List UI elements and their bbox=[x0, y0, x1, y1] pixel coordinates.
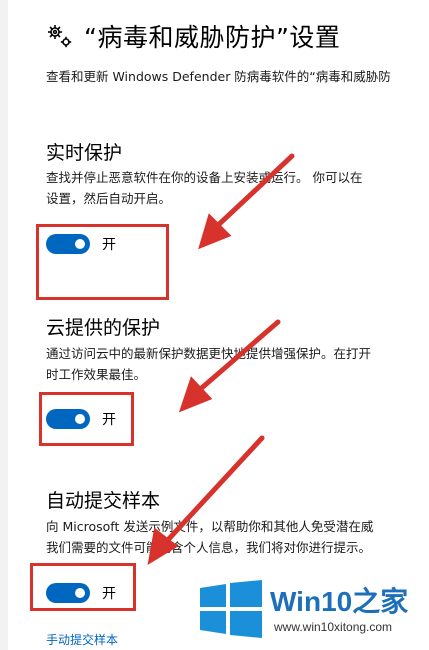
cloud-protection-description: 通过访问云中的最新保护数据更快地提供增强保护。在打开 时工作效果最佳。 bbox=[46, 343, 371, 385]
annotation-arrowhead bbox=[178, 376, 213, 413]
realtime-protection-heading: 实时保护 bbox=[46, 142, 123, 164]
description-line: 设置，然后自动开启。 bbox=[46, 191, 172, 206]
realtime-protection-description: 查找并停止恶意软件在你的设备上安装或运行。 你可以在 设置，然后自动开启。 bbox=[46, 167, 362, 209]
description-line: 查找并停止恶意软件在你的设备上安装或运行。 你可以在 bbox=[46, 170, 363, 185]
watermark: Win10之家 www.win10xitong.com bbox=[196, 576, 429, 650]
cloud-protection-heading: 云提供的保护 bbox=[46, 317, 161, 339]
sample-submission-description: 向 Microsoft 发送示例文件，以帮助你和其他人免受潜在威 我们需要的文件… bbox=[46, 516, 373, 558]
description-line: 向 Microsoft 发送示例文件，以帮助你和其他人免受潜在威 bbox=[46, 519, 374, 534]
watermark-brand-secondary: 之家 bbox=[352, 586, 409, 617]
settings-page: “病毒和威胁防护”设置 查看和更新 Windows Defender 防病毒软件… bbox=[0, 0, 429, 650]
left-edge bbox=[0, 0, 8, 650]
page-title: “病毒和威胁防护”设置 bbox=[84, 23, 341, 52]
watermark-brand-primary: Win10 bbox=[270, 586, 353, 617]
windows-logo-icon bbox=[200, 580, 262, 638]
description-line: 时工作效果最佳。 bbox=[46, 367, 147, 382]
annotation-box bbox=[39, 392, 134, 446]
gear-icon bbox=[48, 25, 72, 48]
description-line: 通过访问云中的最新保护数据更快地提供增强保护。在打开 bbox=[46, 346, 372, 361]
watermark-brand: Win10之家 bbox=[270, 580, 408, 620]
annotation-box bbox=[36, 224, 169, 300]
title-row: “病毒和威胁防护”设置 bbox=[46, 18, 340, 54]
annotation-arrowhead bbox=[198, 213, 232, 250]
annotation-box bbox=[30, 563, 136, 611]
watermark-url: www.win10xitong.com bbox=[274, 620, 393, 634]
description-line: 我们需要的文件可能包含个人信息，我们将对你进行提示。 bbox=[46, 540, 372, 555]
sample-submission-heading: 自动提交样本 bbox=[46, 490, 161, 512]
manual-sample-submit-link[interactable]: 手动提交样本 bbox=[46, 631, 118, 648]
page-subtitle: 查看和更新 Windows Defender 防病毒软件的“病毒和威胁防 bbox=[46, 69, 391, 84]
